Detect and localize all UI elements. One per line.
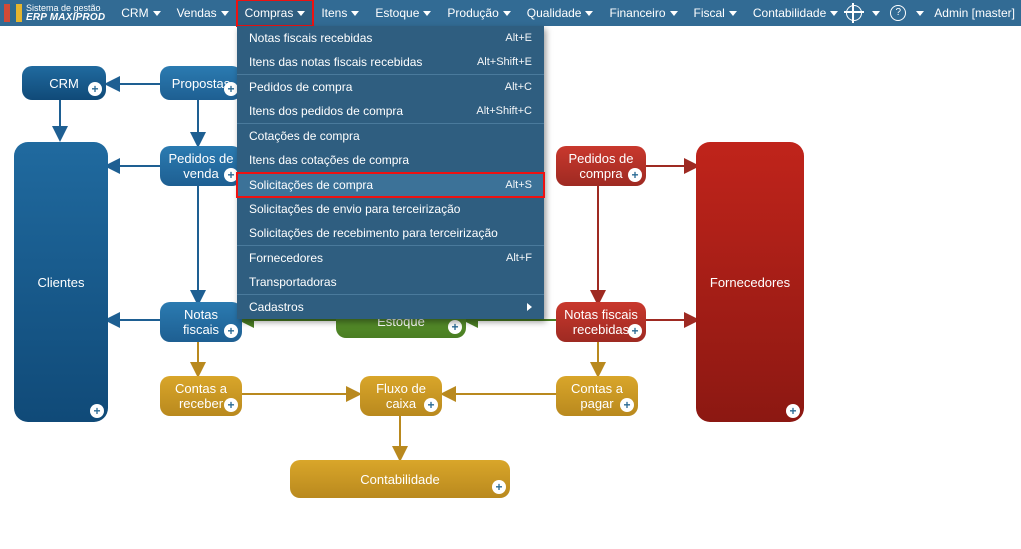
dropdown-item-label: Solicitações de compra xyxy=(249,178,373,192)
compras-dropdown: Notas fiscais recebidas Alt+E Itens das no… xyxy=(237,26,544,319)
dropdown-item-label: Cadastros xyxy=(249,300,304,314)
dropdown-item-label: Solicitações de envio para terceirização xyxy=(249,202,460,216)
app-title-line2: ERP MAXIPROD xyxy=(26,13,105,23)
dropdown-item[interactable]: Itens das notas fiscais recebidas Alt+Shi… xyxy=(237,50,544,74)
caret-icon xyxy=(872,11,880,16)
dropdown-shortcut: Alt+E xyxy=(505,32,532,44)
dropdown-shortcut: Alt+S xyxy=(505,179,532,191)
menu-compras[interactable]: Compras xyxy=(237,0,314,26)
node-contas-pagar[interactable]: Contas a pagar+ xyxy=(556,376,638,416)
dropdown-item[interactable]: Transportadoras xyxy=(237,270,544,294)
chevron-right-icon xyxy=(527,303,532,311)
plus-icon[interactable]: + xyxy=(224,398,238,412)
node-fluxo-caixa[interactable]: Fluxo de caixa+ xyxy=(360,376,442,416)
plus-icon[interactable]: + xyxy=(628,168,642,182)
caret-icon xyxy=(351,11,359,16)
dropdown-item-label: Solicitações de recebimento para terceir… xyxy=(249,226,498,240)
main-menu: CRM Vendas Compras Itens Estoque Produçã… xyxy=(113,0,846,26)
node-clientes[interactable]: Clientes+ xyxy=(14,142,108,422)
plus-icon[interactable]: + xyxy=(424,398,438,412)
caret-icon xyxy=(221,11,229,16)
caret-icon xyxy=(297,11,305,16)
plus-icon[interactable]: + xyxy=(786,404,800,418)
dropdown-shortcut: Alt+C xyxy=(505,81,532,93)
dropdown-item[interactable]: Solicitações de envio para terceirização xyxy=(237,197,544,221)
dropdown-item[interactable]: Fornecedores Alt+F xyxy=(237,246,544,270)
node-propostas[interactable]: Propostas+ xyxy=(160,66,242,100)
menu-producao[interactable]: Produção xyxy=(439,0,518,26)
caret-icon xyxy=(916,11,924,16)
plus-icon[interactable]: + xyxy=(492,480,506,494)
caret-icon xyxy=(503,11,511,16)
plus-icon[interactable]: + xyxy=(628,324,642,338)
dropdown-item-label: Pedidos de compra xyxy=(249,80,352,94)
menu-qualidade[interactable]: Qualidade xyxy=(519,0,602,26)
dropdown-item-label: Cotações de compra xyxy=(249,129,360,143)
plus-icon[interactable]: + xyxy=(224,168,238,182)
app-logo: Sistema de gestão ERP MAXIPROD xyxy=(4,4,105,23)
caret-icon xyxy=(830,11,838,16)
node-fornecedores[interactable]: Fornecedores+ xyxy=(696,142,804,422)
menu-financeiro[interactable]: Financeiro xyxy=(601,0,685,26)
dropdown-item[interactable]: Cadastros xyxy=(237,295,544,319)
caret-icon xyxy=(670,11,678,16)
menu-contabilidade[interactable]: Contabilidade xyxy=(745,0,846,26)
caret-icon xyxy=(153,11,161,16)
plus-icon[interactable]: + xyxy=(224,324,238,338)
logo-mark xyxy=(4,4,22,22)
node-nf-recebidas[interactable]: Notas fiscais recebidas+ xyxy=(556,302,646,342)
dropdown-shortcut: Alt+Shift+C xyxy=(476,105,532,117)
dropdown-item[interactable]: Notas fiscais recebidas Alt+E xyxy=(237,26,544,50)
caret-icon xyxy=(585,11,593,16)
help-icon[interactable]: ? xyxy=(890,5,906,21)
node-pedidos-venda[interactable]: Pedidos de venda+ xyxy=(160,146,242,186)
plus-icon[interactable]: + xyxy=(224,82,238,96)
menu-itens[interactable]: Itens xyxy=(313,0,367,26)
plus-icon[interactable]: + xyxy=(448,320,462,334)
dropdown-item[interactable]: Itens dos pedidos de compra Alt+Shift+C xyxy=(237,99,544,123)
dropdown-item-label: Itens dos pedidos de compra xyxy=(249,104,403,118)
menu-estoque[interactable]: Estoque xyxy=(367,0,439,26)
gear-icon[interactable] xyxy=(846,5,862,21)
dropdown-item[interactable]: Itens das cotações de compra xyxy=(237,148,544,172)
dropdown-item[interactable]: Pedidos de compra Alt+C xyxy=(237,75,544,99)
dropdown-shortcut: Alt+F xyxy=(506,252,532,264)
node-crm[interactable]: CRM+ xyxy=(22,66,106,100)
menu-vendas[interactable]: Vendas xyxy=(169,0,237,26)
caret-icon xyxy=(423,11,431,16)
topbar: Sistema de gestão ERP MAXIPROD CRM Venda… xyxy=(0,0,1021,26)
node-contabilidade[interactable]: Contabilidade+ xyxy=(290,460,510,498)
plus-icon[interactable]: + xyxy=(88,82,102,96)
dropdown-item-label: Transportadoras xyxy=(249,275,337,289)
menu-fiscal[interactable]: Fiscal xyxy=(686,0,745,26)
dropdown-shortcut: Alt+Shift+E xyxy=(477,56,532,68)
dropdown-item[interactable]: Solicitações de recebimento para terceir… xyxy=(237,221,544,245)
user-label[interactable]: Admin [master] xyxy=(934,6,1015,20)
caret-icon xyxy=(729,11,737,16)
dropdown-item[interactable]: Cotações de compra xyxy=(237,124,544,148)
dropdown-item-label: Fornecedores xyxy=(249,251,323,265)
menu-crm[interactable]: CRM xyxy=(113,0,168,26)
node-contas-receber[interactable]: Contas a receber+ xyxy=(160,376,242,416)
dropdown-item-label: Itens das notas fiscais recebidas xyxy=(249,55,422,69)
plus-icon[interactable]: + xyxy=(90,404,104,418)
dropdown-item[interactable]: Solicitações de compra Alt+S xyxy=(237,173,544,197)
dropdown-item-label: Notas fiscais recebidas xyxy=(249,31,372,45)
dropdown-item-label: Itens das cotações de compra xyxy=(249,153,409,167)
node-notas-fiscais[interactable]: Notas fiscais+ xyxy=(160,302,242,342)
plus-icon[interactable]: + xyxy=(620,398,634,412)
node-pedidos-compra[interactable]: Pedidos de compra+ xyxy=(556,146,646,186)
